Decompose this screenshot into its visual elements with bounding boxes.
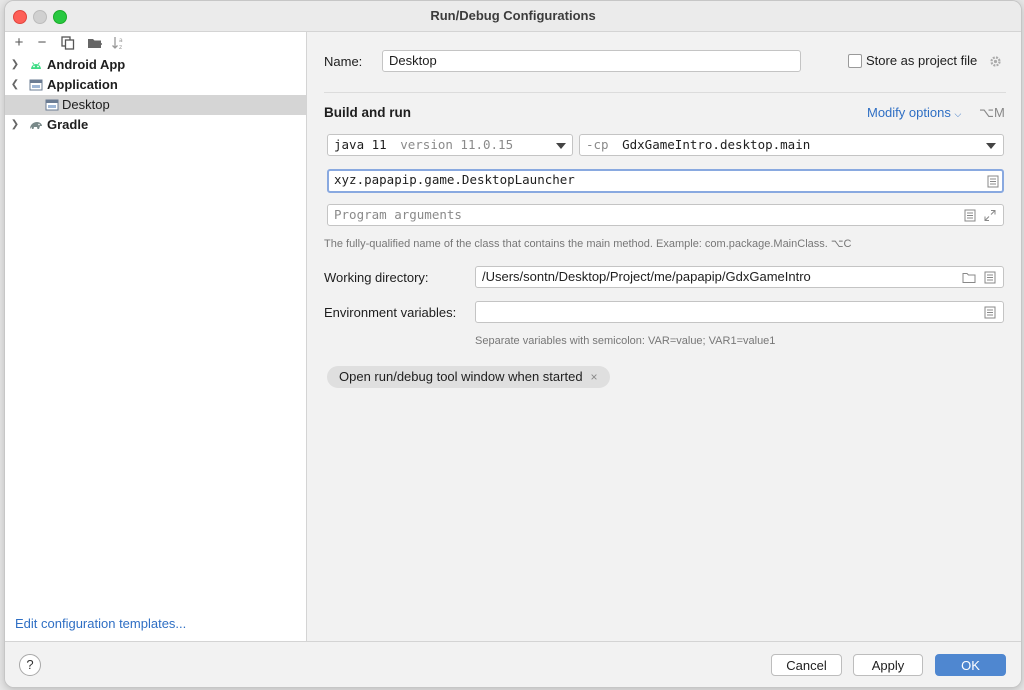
- tree-item-application[interactable]: ❮ Application: [5, 75, 306, 95]
- classpath-module-value: GdxGameIntro.desktop.main: [622, 137, 811, 152]
- tree-item-label: Application: [47, 77, 118, 92]
- help-button[interactable]: ?: [19, 654, 41, 676]
- dropdown-arrow-icon: [986, 143, 996, 149]
- chevron-right-icon[interactable]: ❯: [10, 55, 20, 75]
- environment-variables-input[interactable]: [475, 301, 1004, 323]
- expand-icon[interactable]: [984, 209, 996, 222]
- working-directory-value: /Users/sontn/Desktop/Project/me/papapip/…: [482, 269, 811, 284]
- dialog-footer: ? Cancel Apply OK: [5, 641, 1021, 687]
- modify-options-shortcut: ⌥M: [979, 105, 1005, 120]
- configurations-sidebar: + − az ❯ Android App ❮ Application Deskt…: [5, 32, 307, 641]
- chevron-down-icon[interactable]: ❮: [10, 75, 20, 95]
- main-class-hint: The fully-qualified name of the class th…: [324, 238, 852, 250]
- gradle-elephant-icon: [30, 122, 42, 129]
- chip-label: Open run/debug tool window when started: [339, 369, 583, 384]
- main-class-input[interactable]: xyz.papapip.game.DesktopLauncher: [327, 169, 1004, 193]
- gear-icon[interactable]: [989, 55, 1002, 68]
- environment-variables-hint: Separate variables with semicolon: VAR=v…: [475, 335, 776, 347]
- program-arguments-input[interactable]: Program arguments: [327, 204, 1004, 226]
- divider: [324, 92, 1006, 93]
- chevron-right-icon[interactable]: ❯: [10, 115, 20, 135]
- tree-item-android-app[interactable]: ❯ Android App: [5, 55, 306, 75]
- name-label: Name:: [324, 54, 363, 69]
- title-bar: Run/Debug Configurations: [5, 1, 1021, 32]
- apply-button[interactable]: Apply: [853, 654, 923, 676]
- window-title: Run/Debug Configurations: [430, 8, 596, 23]
- edit-configuration-templates-link[interactable]: Edit configuration templates...: [15, 616, 186, 631]
- store-as-project-file-label: Store as project file: [866, 53, 978, 68]
- copy-icon[interactable]: [58, 33, 78, 53]
- application-icon: [29, 79, 43, 91]
- browse-document-icon[interactable]: [964, 209, 976, 222]
- program-arguments-placeholder: Program arguments: [334, 207, 462, 222]
- section-title: Build and run: [324, 105, 411, 120]
- application-config-icon: [45, 99, 59, 111]
- working-directory-input[interactable]: /Users/sontn/Desktop/Project/me/papapip/…: [475, 266, 1004, 288]
- tree-item-label: Desktop: [62, 97, 110, 112]
- browse-document-icon[interactable]: [987, 175, 999, 188]
- main-class-value: xyz.papapip.game.DesktopLauncher: [334, 172, 575, 187]
- configuration-form: Name: Desktop Store as project file Buil…: [307, 32, 1021, 641]
- name-input[interactable]: Desktop: [382, 50, 801, 72]
- tree-item-desktop[interactable]: Desktop: [5, 95, 306, 115]
- svg-text:z: z: [119, 44, 122, 50]
- jdk-version: version 11.0.15: [400, 137, 514, 152]
- sort-icon[interactable]: az: [109, 33, 129, 53]
- open-tool-window-option-chip[interactable]: Open run/debug tool window when started ×: [327, 366, 610, 388]
- folder-icon[interactable]: [962, 271, 976, 284]
- working-directory-label: Working directory:: [324, 270, 429, 285]
- modify-options-label: Modify options: [867, 105, 951, 120]
- jdk-name: java 11: [334, 137, 387, 152]
- add-icon[interactable]: +: [9, 33, 29, 53]
- new-folder-icon[interactable]: [85, 33, 105, 53]
- classpath-prefix: -cp: [586, 137, 609, 152]
- chevron-down-icon: ⌵: [954, 109, 962, 119]
- run-debug-configurations-dialog: Run/Debug Configurations + − az ❯ Androi…: [4, 0, 1022, 688]
- environment-variables-label: Environment variables:: [324, 305, 457, 320]
- close-icon[interactable]: ×: [591, 370, 598, 384]
- modify-options-link[interactable]: Modify options ⌵: [867, 105, 961, 120]
- remove-icon[interactable]: −: [32, 33, 52, 53]
- tree-item-gradle[interactable]: ❯ Gradle: [5, 115, 306, 135]
- store-as-project-file-checkbox[interactable]: [848, 54, 862, 68]
- jdk-select[interactable]: java 11 version 11.0.15: [327, 134, 573, 156]
- tree-item-label: Android App: [47, 57, 126, 72]
- sidebar-toolbar: + − az: [5, 32, 306, 54]
- dropdown-arrow-icon: [556, 143, 566, 149]
- browse-document-icon[interactable]: [984, 306, 996, 319]
- name-input-value: Desktop: [389, 53, 437, 68]
- svg-text:a: a: [119, 37, 123, 44]
- cancel-button[interactable]: Cancel: [771, 654, 842, 676]
- ok-button[interactable]: OK: [935, 654, 1006, 676]
- android-icon: [31, 62, 41, 69]
- browse-document-icon[interactable]: [984, 271, 996, 284]
- classpath-module-select[interactable]: -cp GdxGameIntro.desktop.main: [579, 134, 1004, 156]
- tree-item-label: Gradle: [47, 117, 89, 132]
